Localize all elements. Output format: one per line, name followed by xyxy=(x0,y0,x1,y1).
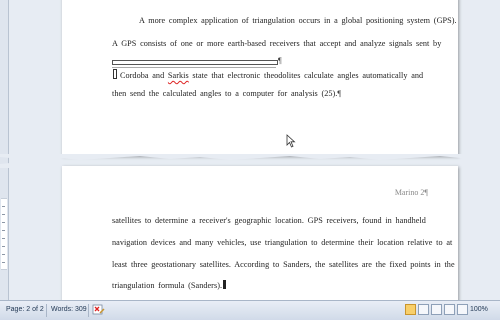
word-count[interactable]: Words: 309 xyxy=(51,306,87,313)
web-layout-view-button[interactable] xyxy=(431,304,442,315)
print-layout-view-button[interactable] xyxy=(405,304,416,315)
draft-view-button[interactable] xyxy=(457,304,468,315)
page-count[interactable]: Page: 2 of 2 xyxy=(6,306,44,313)
text-cursor-marker xyxy=(113,69,117,79)
paragraph-line[interactable]: A GPS consists of one or more earth-base… xyxy=(112,39,441,48)
paragraph-line[interactable]: triangulation formula (Sanders). xyxy=(112,280,227,290)
zoom-level[interactable]: 100% xyxy=(470,306,488,313)
paragraph-line[interactable]: Cordoba and Sarkis state that electronic… xyxy=(112,69,423,80)
outline-view-button[interactable] xyxy=(444,304,455,315)
ruler-tick xyxy=(2,254,5,255)
full-screen-reading-view-button[interactable] xyxy=(418,304,429,315)
text-run: state that electronic theodolites calcul… xyxy=(188,71,424,80)
ruler-margin-area xyxy=(1,198,7,270)
ruler-tick xyxy=(2,222,5,223)
misspelled-word[interactable]: Sarkis xyxy=(168,71,189,80)
paragraph-mark: ¶ xyxy=(278,56,282,65)
ruler-tick xyxy=(2,230,5,231)
paragraph-line[interactable]: least three geostationary satellites. Ac… xyxy=(112,260,455,269)
text-run: then send the calculated angles to a com… xyxy=(112,89,338,98)
mouse-pointer-icon xyxy=(286,134,296,148)
document-window: A more complex application of triangulat… xyxy=(0,0,500,320)
paragraph-line[interactable]: navigation devices and many vehicles, us… xyxy=(112,238,452,247)
text-run: triangulation formula (Sanders). xyxy=(112,281,223,290)
proofing-errors-icon[interactable] xyxy=(92,304,105,316)
vertical-ruler[interactable] xyxy=(0,0,9,300)
ruler-tick xyxy=(2,214,5,215)
paragraph-mark: ¶ xyxy=(337,89,342,98)
document-page-2[interactable]: Marino 2¶ satellites to determine a rece… xyxy=(62,166,458,306)
status-bar: Page: 2 of 2 Words: 309 100% − xyxy=(0,300,500,320)
ruler-tick xyxy=(2,246,5,247)
footnote-field[interactable] xyxy=(112,60,278,65)
ruler-tick xyxy=(2,238,5,239)
status-divider xyxy=(46,304,47,317)
ruler-tick xyxy=(2,206,5,207)
paragraph-line[interactable]: A more complex application of triangulat… xyxy=(139,16,457,25)
document-page-1[interactable]: A more complex application of triangulat… xyxy=(62,0,458,156)
ruler-tick xyxy=(2,262,5,263)
status-divider xyxy=(88,304,89,317)
insertion-point xyxy=(223,280,227,289)
footnote-field-underline xyxy=(112,66,276,68)
paragraph-line[interactable]: then send the calculated angles to a com… xyxy=(112,89,341,98)
paragraph-line[interactable]: satellites to determine a receiver's geo… xyxy=(112,216,426,225)
page-header[interactable]: Marino 2¶ xyxy=(395,188,428,197)
text-run: Cordoba and xyxy=(120,71,168,80)
